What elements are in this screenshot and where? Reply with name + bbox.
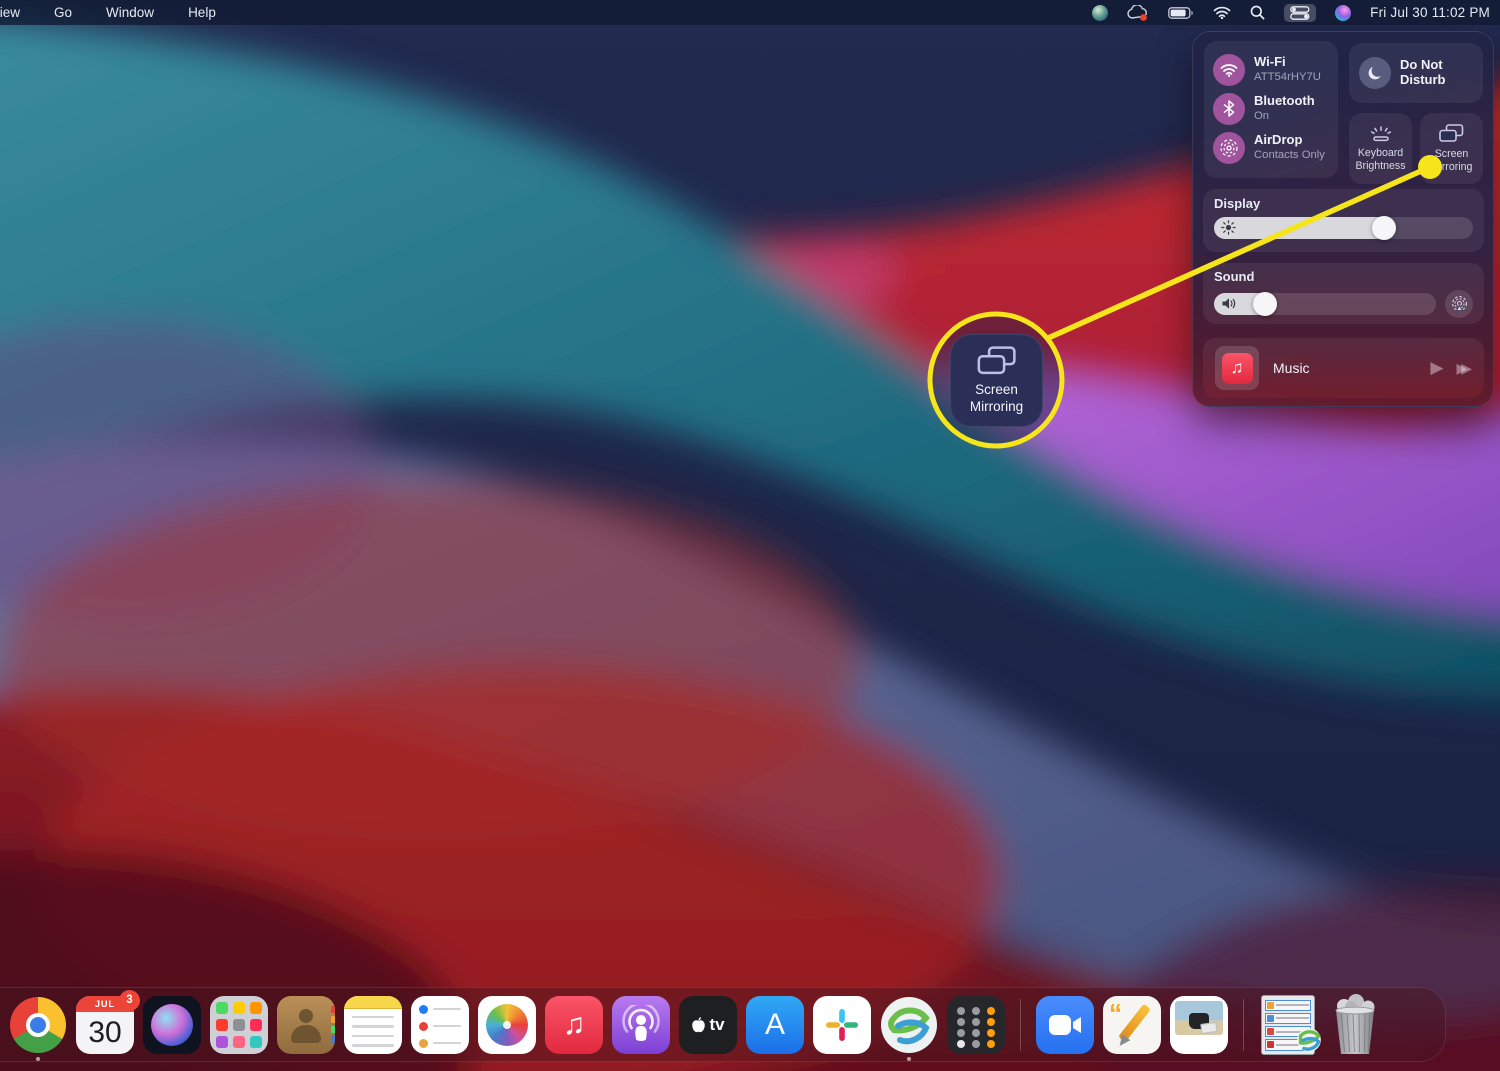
dock-music-icon[interactable]: ♫	[545, 995, 603, 1054]
airdrop-subtitle: Contacts Only	[1254, 148, 1325, 161]
display-label: Display	[1214, 196, 1261, 211]
desktop: View Go Window Help	[0, 0, 1500, 1071]
bluetooth-title: Bluetooth	[1254, 92, 1315, 108]
wifi-subtitle: ATT54rHY7U	[1254, 70, 1321, 83]
moon-icon	[1359, 57, 1391, 89]
dock-siri-icon[interactable]	[143, 995, 201, 1054]
dock-reminders-icon[interactable]	[411, 995, 469, 1054]
keyboard-brightness-icon	[1370, 126, 1391, 142]
screen-mirroring-icon-large	[977, 346, 1016, 375]
screen-mirroring-zoomed-label: Screen Mirroring	[969, 382, 1024, 414]
screen-mirroring-label: Screen Mirroring	[1430, 148, 1473, 173]
sound-card: Sound	[1203, 263, 1484, 324]
do-not-disturb-toggle[interactable]: Do Not Disturb	[1349, 43, 1483, 103]
apple-logo	[692, 1016, 706, 1032]
dock: JUL 30 3 ♫ tv A “	[0, 987, 1446, 1062]
music-app-icon: ♫	[1221, 352, 1253, 384]
cloud-icon[interactable]	[1127, 4, 1149, 22]
dock-textedit-icon[interactable]	[1170, 995, 1228, 1054]
search-icon[interactable]	[1250, 4, 1265, 22]
screen-mirroring-zoomed-button[interactable]: Screen Mirroring	[950, 334, 1043, 427]
globe-icon[interactable]	[1092, 4, 1109, 22]
dock-trash-icon[interactable]	[1326, 993, 1384, 1054]
dock-divider	[1020, 998, 1021, 1051]
menu-bar-menus: View Go Window Help	[0, 5, 216, 20]
dock-photos-icon[interactable]	[478, 995, 536, 1054]
menu-window[interactable]: Window	[106, 5, 154, 20]
music-title: Music	[1273, 360, 1310, 376]
play-icon[interactable]: ▶	[1430, 358, 1443, 378]
control-center-panel: Wi-Fi ATT54rHY7U Bluetooth On AirDrop Co…	[1192, 31, 1494, 407]
fast-forward-icon[interactable]: ▶▶	[1456, 360, 1472, 377]
dock-pages-icon[interactable]: “	[1103, 995, 1161, 1054]
anyconnect-badge-icon	[1296, 1027, 1322, 1058]
menu-help[interactable]: Help	[188, 5, 216, 20]
dock-launchpad-icon[interactable]	[210, 995, 268, 1054]
sound-label: Sound	[1214, 269, 1255, 284]
airdrop-circle-icon	[1213, 131, 1245, 164]
dock-zoom-icon[interactable]	[1036, 995, 1094, 1054]
display-card: Display	[1203, 189, 1484, 252]
dock-calculator-icon[interactable]	[947, 995, 1005, 1054]
screen-mirroring-icon	[1439, 124, 1464, 142]
display-slider[interactable]	[1214, 216, 1473, 240]
dock-chrome-icon[interactable]	[9, 996, 67, 1061]
bluetooth-toggle[interactable]: Bluetooth On	[1213, 89, 1329, 128]
calendar-day: 30	[88, 1015, 122, 1049]
menu-go[interactable]: Go	[54, 5, 72, 20]
dock-slack-icon[interactable]	[813, 995, 871, 1054]
dock-app-store-icon[interactable]: A	[746, 995, 804, 1054]
wifi-circle-icon	[1213, 53, 1245, 86]
menu-bar-clock[interactable]: Fri Jul 30 11:02 PM	[1370, 5, 1490, 20]
speaker-icon	[1221, 296, 1237, 316]
dnd-title: Do Not Disturb	[1400, 57, 1446, 87]
keyboard-brightness-label: Keyboard Brightness	[1355, 147, 1406, 172]
siri-icon[interactable]	[1335, 4, 1352, 22]
brightness-sun-icon	[1221, 220, 1236, 240]
dock-apple-tv-icon[interactable]: tv	[679, 995, 737, 1054]
bluetooth-subtitle: On	[1254, 109, 1270, 122]
control-center-icon[interactable]	[1284, 3, 1317, 22]
calendar-notification-badge: 3	[119, 989, 140, 1011]
display-slider-fill	[1214, 216, 1397, 240]
wifi-toggle[interactable]: Wi-Fi ATT54rHY7U	[1213, 50, 1329, 89]
wifi-title: Wi-Fi	[1254, 53, 1286, 69]
menu-bar-status: Fri Jul 30 11:02 PM	[1092, 3, 1500, 22]
app-store-letter: A	[764, 1007, 785, 1041]
dock-minimized-window[interactable]	[1259, 994, 1321, 1055]
connectivity-card: Wi-Fi ATT54rHY7U Bluetooth On AirDrop Co…	[1204, 41, 1338, 178]
airdrop-title: AirDrop	[1254, 131, 1303, 147]
dock-notes-icon[interactable]	[344, 995, 402, 1054]
keyboard-brightness-button[interactable]: Keyboard Brightness	[1349, 113, 1412, 184]
dock-divider	[1243, 998, 1244, 1051]
dock-podcasts-icon[interactable]	[612, 995, 670, 1054]
dock-contacts-icon[interactable]	[277, 995, 335, 1054]
wifi-icon[interactable]	[1213, 4, 1231, 22]
apple-tv-text: tv	[709, 1014, 725, 1034]
airplay-audio-button[interactable]	[1445, 290, 1473, 318]
screen-mirroring-button[interactable]: Screen Mirroring	[1420, 113, 1483, 184]
sound-slider[interactable]	[1214, 292, 1436, 316]
dock-calendar-icon[interactable]: JUL 30 3	[76, 989, 140, 1054]
bluetooth-circle-icon	[1213, 92, 1245, 125]
dock-anyconnect-icon[interactable]	[880, 996, 938, 1061]
airdrop-toggle[interactable]: AirDrop Contacts Only	[1213, 128, 1329, 167]
battery-icon[interactable]	[1168, 4, 1194, 22]
music-artwork: ♫	[1215, 346, 1259, 390]
menu-view[interactable]: View	[0, 5, 20, 20]
music-card: ♫ Music ▶ ▶▶	[1203, 338, 1484, 398]
menu-bar: View Go Window Help	[0, 0, 1500, 25]
